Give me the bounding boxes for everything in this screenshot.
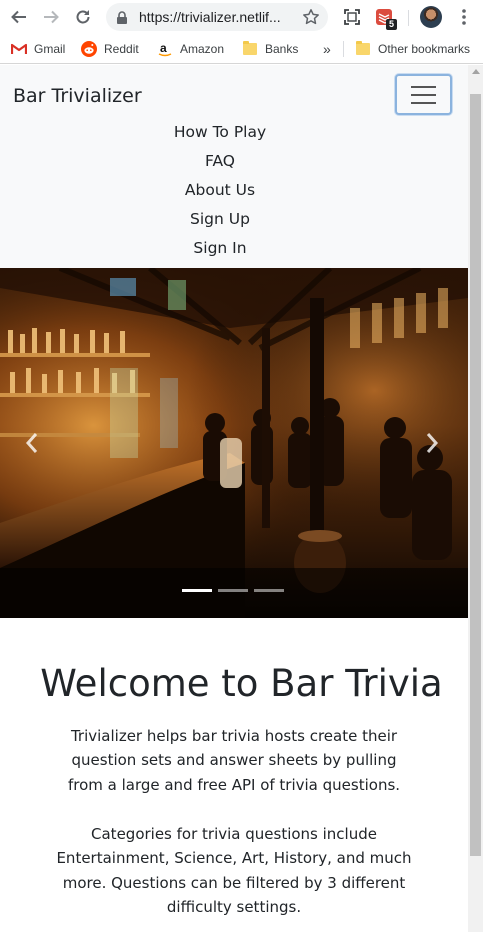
chrome-menu-icon[interactable] xyxy=(452,5,476,29)
chevron-right-icon xyxy=(426,433,439,453)
bookmark-label: Other bookmarks xyxy=(378,42,471,56)
profile-avatar[interactable] xyxy=(420,6,442,28)
categories-line: more. Questions can be filtered by 3 dif… xyxy=(62,873,406,892)
bookmark-amazon[interactable]: a Amazon xyxy=(157,40,224,58)
browser-toolbar: https://trivializer.netlif... 5 xyxy=(0,0,483,34)
navbar-brand[interactable]: Bar Trivializer xyxy=(13,85,142,107)
svg-text:a: a xyxy=(160,41,167,55)
carousel-indicator-2[interactable] xyxy=(218,589,248,592)
intro-line: from a large and free API of trivia ques… xyxy=(67,775,401,794)
categories-line: Entertainment, Science, Art, History, an… xyxy=(56,849,412,868)
extension-badge: 5 xyxy=(385,19,397,30)
hamburger-icon-bar xyxy=(411,102,436,104)
lock-icon xyxy=(116,10,128,29)
hamburger-icon-bar xyxy=(411,94,436,96)
bookmark-label: Reddit xyxy=(104,42,139,56)
carousel-indicator-3[interactable] xyxy=(254,589,284,592)
intro-paragraph: Trivializer helps bar trivia hosts creat… xyxy=(0,724,468,797)
nav-link-sign-up[interactable]: Sign Up xyxy=(190,205,250,234)
intro-line: Trivializer helps bar trivia hosts creat… xyxy=(70,727,398,745)
url-text[interactable]: https://trivializer.netlif... xyxy=(139,9,299,25)
reload-icon[interactable] xyxy=(71,5,95,29)
folder-icon xyxy=(242,41,258,57)
intro-line: question sets and answer sheets by pulli… xyxy=(71,751,397,770)
carousel-next-button[interactable] xyxy=(420,428,444,458)
reddit-icon xyxy=(81,41,97,57)
page-viewport: Bar Trivializer How To Play FAQ About Us… xyxy=(0,65,483,932)
bookmark-label: Gmail xyxy=(34,42,66,56)
back-arrow-icon[interactable] xyxy=(7,5,31,29)
carousel-indicators xyxy=(182,589,284,592)
bookmarks-overflow-button[interactable]: » xyxy=(323,40,331,58)
bookmark-label: Banks xyxy=(265,42,299,56)
amazon-icon: a xyxy=(157,41,173,57)
hamburger-icon xyxy=(411,86,436,88)
toolbar-divider xyxy=(408,10,409,26)
image-carousel xyxy=(0,268,468,618)
bookmark-star-icon[interactable] xyxy=(302,8,320,30)
carousel-indicator-1[interactable] xyxy=(182,589,212,592)
gmail-icon xyxy=(11,41,27,57)
overflow-chevron-icon: » xyxy=(323,41,331,57)
welcome-heading: Welcome to Bar Trivia xyxy=(40,662,443,705)
navbar-toggler-button[interactable] xyxy=(395,74,452,115)
page: Bar Trivializer How To Play FAQ About Us… xyxy=(0,65,468,932)
carousel-prev-button[interactable] xyxy=(20,428,44,458)
bookmark-folder-banks[interactable]: Banks xyxy=(242,40,298,58)
bookmarks-divider xyxy=(343,41,344,57)
bar-interior-image xyxy=(0,268,468,618)
nav-link-about-us[interactable]: About Us xyxy=(185,176,255,205)
nav-links: How To Play FAQ About Us Sign Up Sign In xyxy=(0,118,440,263)
todoist-extension-icon[interactable]: 5 xyxy=(372,5,397,30)
nav-link-faq[interactable]: FAQ xyxy=(205,147,235,176)
scroll-up-arrow-icon[interactable] xyxy=(472,69,480,74)
categories-line: difficulty settings. xyxy=(166,897,302,916)
vertical-scrollbar[interactable] xyxy=(468,65,483,932)
nav-link-how-to-play[interactable]: How To Play xyxy=(174,118,266,147)
folder-icon xyxy=(355,41,371,57)
other-bookmarks[interactable]: Other bookmarks xyxy=(355,40,470,58)
bookmarks-bar: Gmail Reddit a Amazon Banks » Other book… xyxy=(0,34,483,64)
chevron-left-icon xyxy=(25,433,38,453)
site-navbar: Bar Trivializer How To Play FAQ About Us… xyxy=(0,65,468,268)
categories-paragraph: Categories for trivia questions include … xyxy=(0,822,468,919)
address-bar[interactable]: https://trivializer.netlif... xyxy=(106,3,328,31)
nav-link-sign-in[interactable]: Sign In xyxy=(193,234,246,263)
bookmark-reddit[interactable]: Reddit xyxy=(81,40,139,58)
screenshot-extension-icon[interactable] xyxy=(340,5,364,29)
bookmark-label: Amazon xyxy=(180,42,225,56)
bookmark-gmail[interactable]: Gmail xyxy=(11,40,65,58)
categories-line: Categories for trivia questions include xyxy=(91,825,377,843)
scrollbar-thumb[interactable] xyxy=(470,94,481,856)
forward-arrow-icon[interactable] xyxy=(39,5,63,29)
